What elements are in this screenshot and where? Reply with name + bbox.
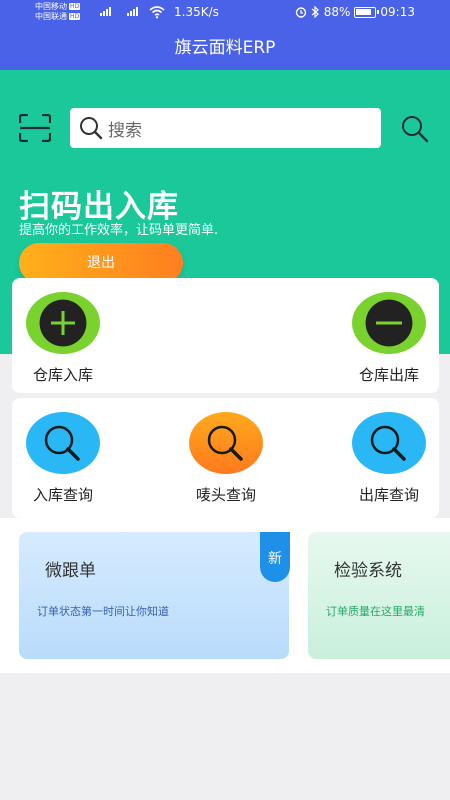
stock-actions-card: 仓库入库 仓库出库 bbox=[12, 278, 439, 393]
net-speed: 1.35K/s bbox=[174, 5, 219, 19]
app-title: 旗云面料ERP bbox=[0, 26, 450, 70]
search-input[interactable]: 搜索 bbox=[70, 108, 381, 148]
follow-order-desc: 订单状态第一时间让你知道 bbox=[37, 605, 169, 618]
warehouse-in-label: 仓库入库 bbox=[32, 366, 93, 384]
hd-badge-1: HD bbox=[69, 3, 81, 10]
follow-order-card[interactable]: 微跟单 订单状态第一时间让你知道 bbox=[19, 532, 289, 659]
query-actions-card: 入库查询 唛头查询 出库查询 bbox=[12, 398, 439, 518]
hero-subtitle: 提高你的工作效率，让码单更简单. bbox=[19, 223, 219, 238]
carrier-1: 中国移动 bbox=[35, 2, 67, 11]
clock: 09:13 bbox=[380, 5, 415, 19]
inspection-title: 检验系统 bbox=[334, 561, 402, 581]
battery-percent: 88% bbox=[323, 5, 351, 19]
mark-query-label: 唛头查询 bbox=[195, 486, 256, 504]
search-icon bbox=[80, 117, 103, 140]
carrier-2: 中国联通 bbox=[35, 12, 67, 21]
new-badge: 新 bbox=[260, 532, 290, 582]
signal-icon-2 bbox=[127, 7, 138, 16]
search-button-icon[interactable] bbox=[400, 114, 430, 144]
wifi-icon bbox=[149, 6, 165, 19]
magnifier-icon bbox=[352, 412, 426, 474]
plus-icon bbox=[26, 292, 100, 354]
carrier-info: 中国移动 HD 中国联通 HD bbox=[35, 2, 81, 22]
status-bar: 中国移动 HD 中国联通 HD 1.35K/s 88% 09:13 bbox=[0, 0, 450, 26]
hd-badge-2: HD bbox=[69, 13, 81, 20]
follow-order-title: 微跟单 bbox=[45, 561, 96, 581]
warehouse-out-tile[interactable]: 仓库出库 bbox=[334, 292, 444, 385]
inspection-desc: 订单质量在这里最清 bbox=[326, 605, 425, 618]
minus-icon bbox=[352, 292, 426, 354]
mark-query-tile[interactable]: 唛头查询 bbox=[171, 412, 281, 505]
scan-icon[interactable] bbox=[19, 114, 51, 142]
alarm-icon bbox=[295, 7, 306, 18]
magnifier-icon bbox=[26, 412, 100, 474]
magnifier-icon bbox=[189, 412, 263, 474]
warehouse-in-tile[interactable]: 仓库入库 bbox=[8, 292, 118, 385]
signal-icon bbox=[100, 7, 111, 16]
logout-button[interactable]: 退出 bbox=[19, 243, 183, 283]
search-placeholder: 搜索 bbox=[108, 120, 142, 141]
battery-icon bbox=[354, 6, 380, 18]
warehouse-out-label: 仓库出库 bbox=[358, 366, 419, 384]
status-right: 88% 09:13 bbox=[295, 5, 415, 19]
stock-in-query-label: 入库查询 bbox=[32, 486, 93, 504]
stock-in-query-tile[interactable]: 入库查询 bbox=[8, 412, 118, 505]
bluetooth-icon bbox=[311, 6, 319, 18]
stock-out-query-label: 出库查询 bbox=[358, 486, 419, 504]
inspection-card[interactable]: 检验系统 订单质量在这里最清 bbox=[308, 532, 450, 659]
stock-out-query-tile[interactable]: 出库查询 bbox=[334, 412, 444, 505]
